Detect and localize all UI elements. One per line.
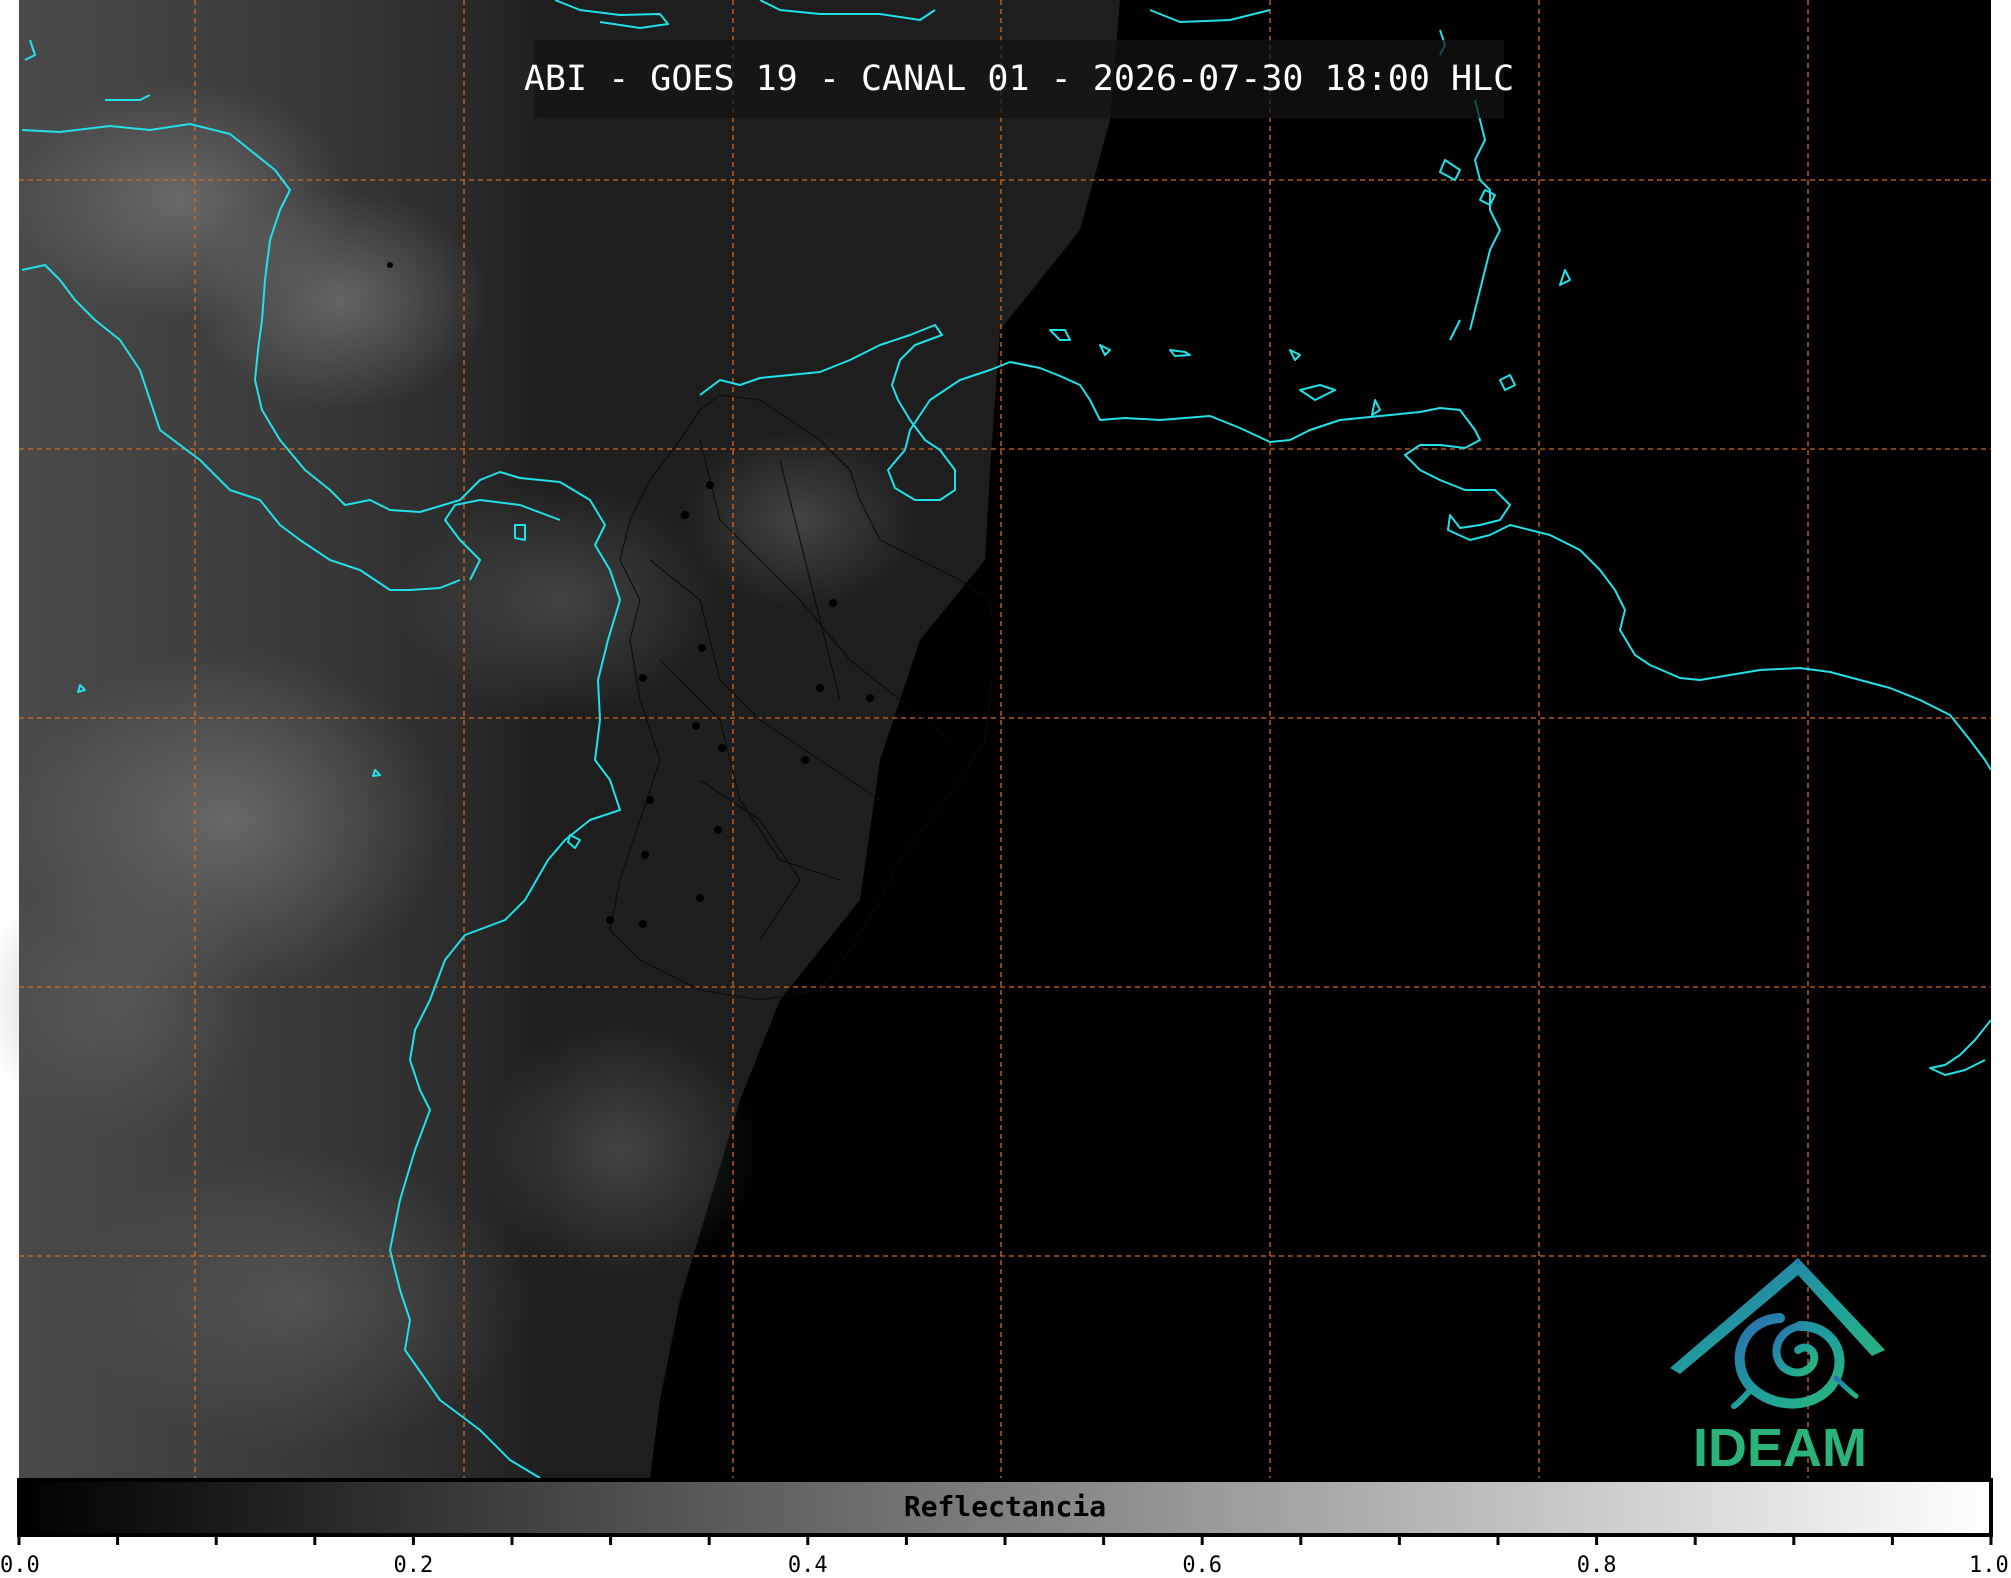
colorbar-tick-label: 0.4 (787, 1553, 828, 1578)
satellite-map: IDEAM (0, 0, 1993, 1545)
colorbar-ticks (17, 1535, 1993, 1545)
colorbar-tick-label: 1.0 (1969, 1553, 2009, 1578)
colorbar-tick-label: 0.0 (0, 1553, 40, 1578)
colorbar-tick-label: 0.2 (393, 1553, 434, 1578)
map-title: ABI - GOES 19 - CANAL 01 - 2026-07-30 18… (523, 59, 1515, 99)
colorbar-tick-label: 0.6 (1182, 1553, 1223, 1578)
colorbar-tick-label: 0.8 (1576, 1553, 1617, 1578)
title-box: ABI - GOES 19 - CANAL 01 - 2026-07-30 18… (524, 40, 1514, 118)
colorbar-label: Reflectancia (903, 1490, 1107, 1523)
ideam-logo-text: IDEAM (1693, 1418, 1867, 1478)
